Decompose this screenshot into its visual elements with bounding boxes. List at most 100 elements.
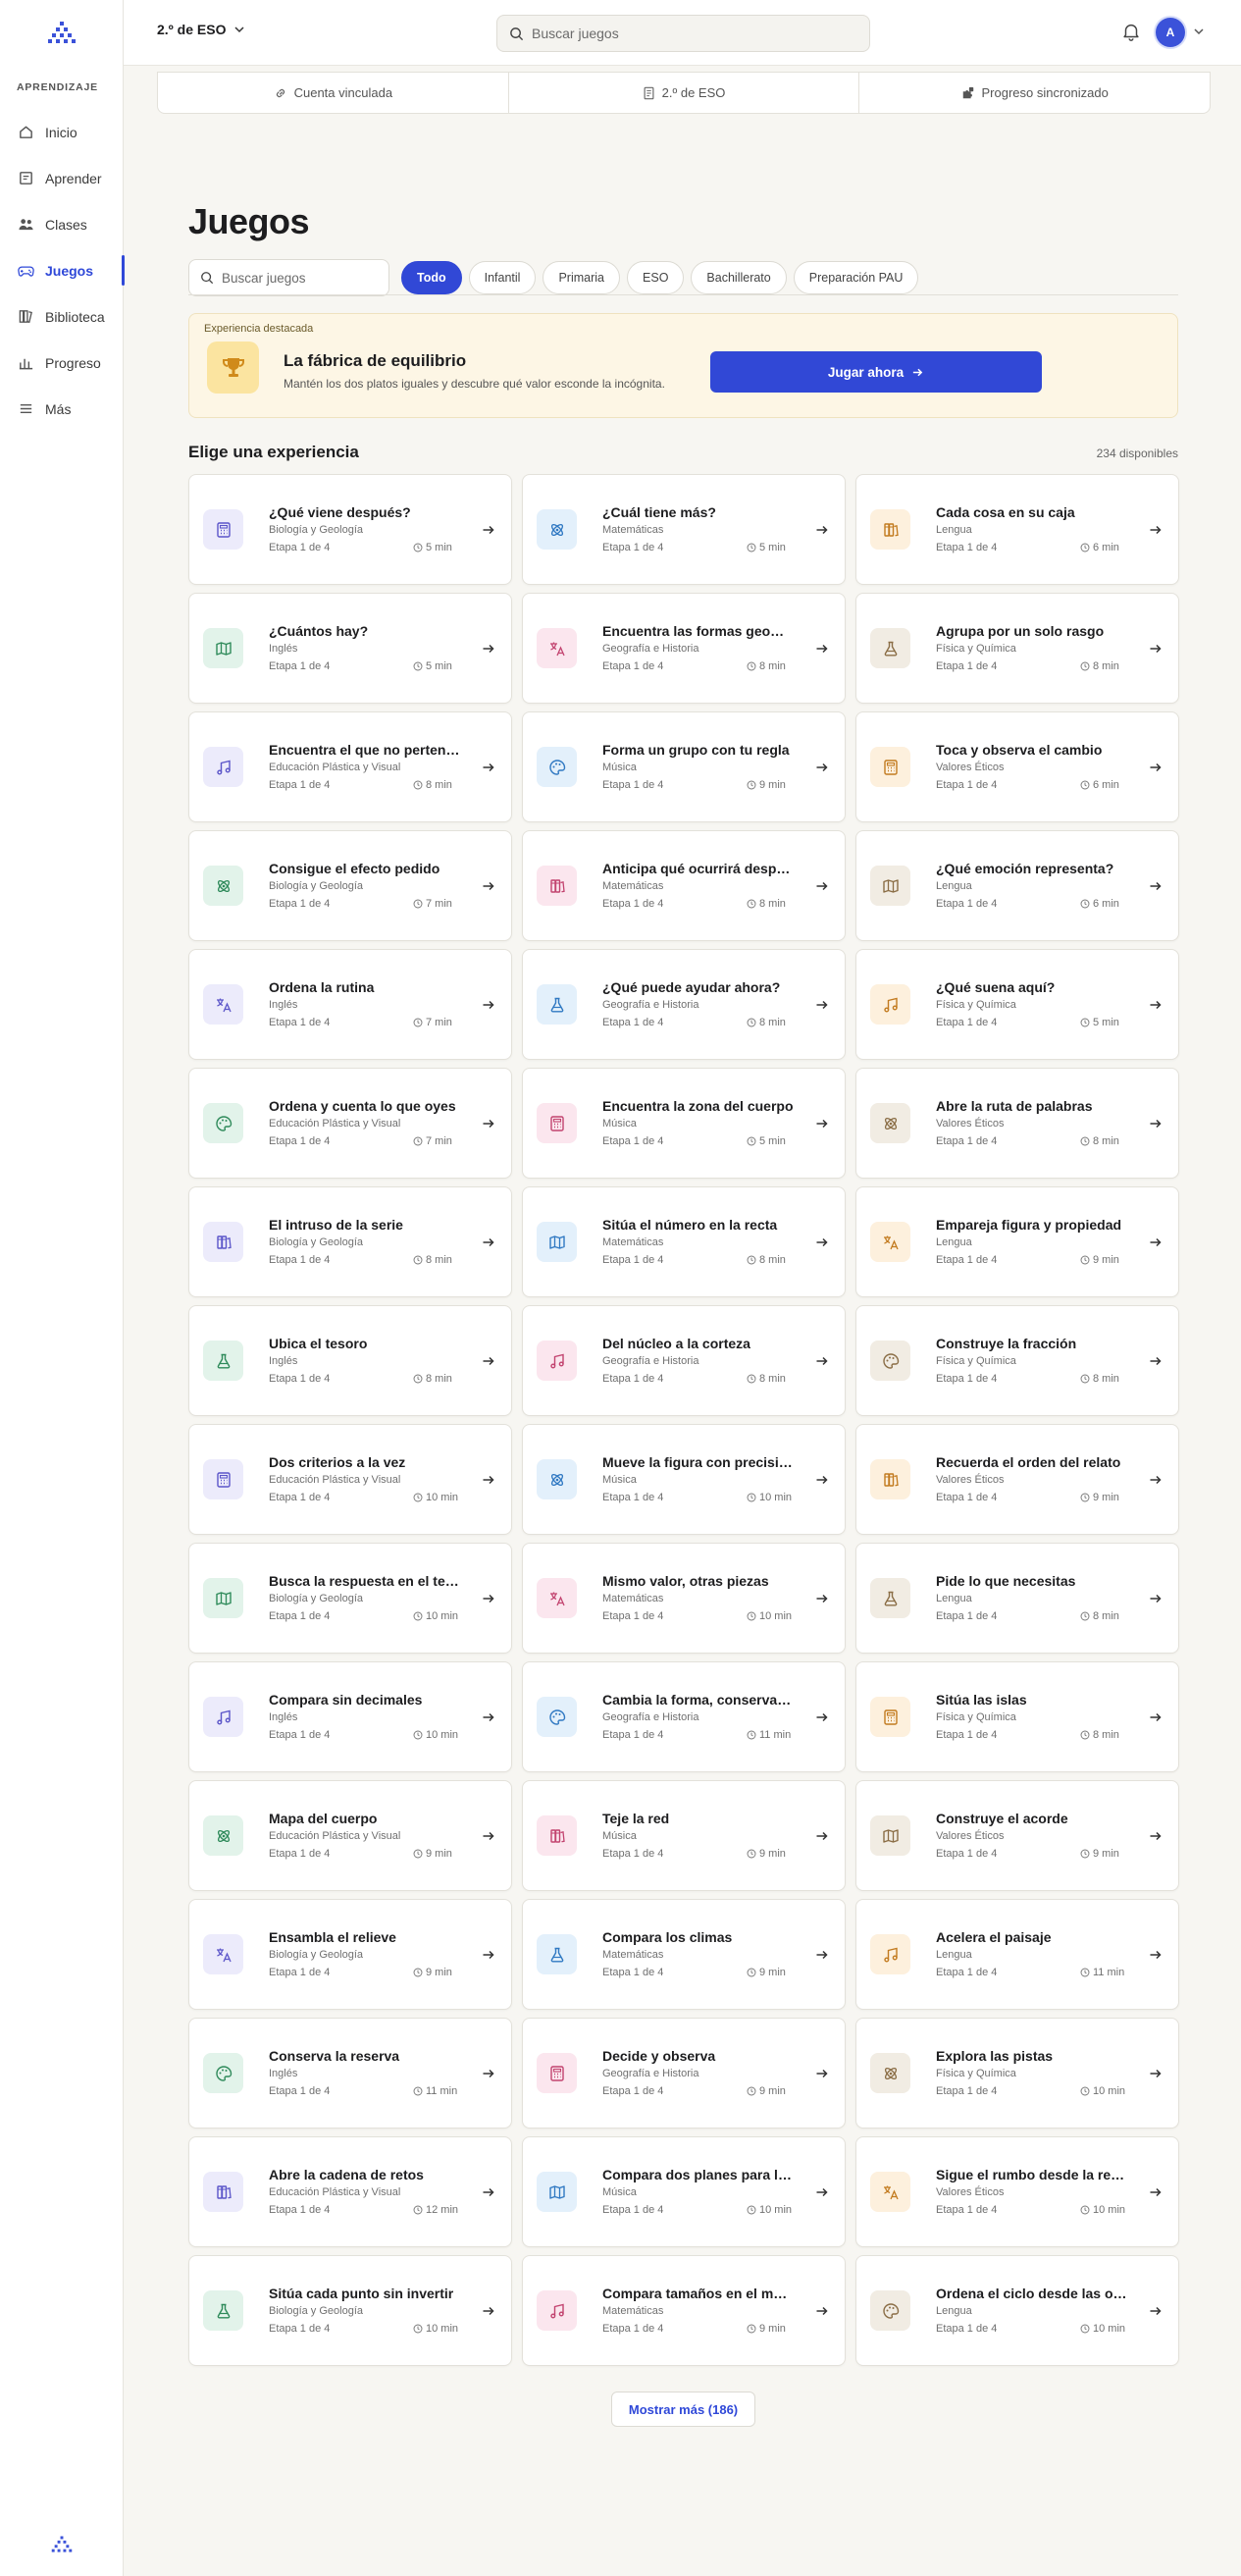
- card-title: ¿Qué suena aquí?: [936, 979, 1056, 995]
- experience-card[interactable]: Compara sin decimales Inglés Etapa 1 de …: [188, 1661, 512, 1772]
- notifications-bell-icon[interactable]: [1120, 21, 1142, 42]
- experience-card[interactable]: Explora las pistas Física y Química Etap…: [855, 2018, 1179, 2129]
- experience-card[interactable]: Busca la respuesta en el texto Biología …: [188, 1543, 512, 1654]
- experience-card[interactable]: Sitúa el número en la recta Matemáticas …: [522, 1186, 846, 1297]
- card-subject: Inglés: [269, 1355, 298, 1367]
- experience-card[interactable]: Ensambla el relieve Biología y Geología …: [188, 1899, 512, 2010]
- sidebar-item-juegos[interactable]: Juegos: [0, 247, 125, 293]
- experience-card[interactable]: Construye la fracción Física y Química E…: [855, 1305, 1179, 1416]
- experience-card[interactable]: Dos criterios a la vez Educación Plástic…: [188, 1424, 512, 1535]
- atom-icon: [203, 1815, 243, 1856]
- palette-icon: [870, 1341, 910, 1381]
- experience-card[interactable]: Encuentra el que no pertenece Educación …: [188, 711, 512, 822]
- card-title: Sigue el rumbo desde la rejilla: [936, 2167, 1127, 2182]
- sidebar-item-inicio[interactable]: Inicio: [0, 109, 124, 155]
- sidebar-item-clases[interactable]: Clases: [0, 201, 124, 247]
- search-icon: [510, 26, 524, 40]
- experience-card[interactable]: Construye el acorde Valores Éticos Etapa…: [855, 1780, 1179, 1891]
- experience-card[interactable]: El intruso de la serie Biología y Geolog…: [188, 1186, 512, 1297]
- experience-card[interactable]: ¿Qué emoción representa? Lengua Etapa 1 …: [855, 830, 1179, 941]
- experience-card[interactable]: Ubica el tesoro Inglés Etapa 1 de 4 8 mi…: [188, 1305, 512, 1416]
- card-stage: Etapa 1 de 4: [602, 2204, 664, 2216]
- experience-card[interactable]: Acelera el paisaje Lengua Etapa 1 de 4 1…: [855, 1899, 1179, 2010]
- card-subject: Lengua: [936, 2305, 972, 2317]
- experience-card[interactable]: Forma un grupo con tu regla Música Etapa…: [522, 711, 846, 822]
- app-logo[interactable]: [47, 20, 77, 49]
- card-stage: Etapa 1 de 4: [602, 542, 664, 553]
- experience-card[interactable]: Compara tamaños en el mapa Matemáticas E…: [522, 2255, 846, 2366]
- filter-chip[interactable]: Primaria: [543, 261, 621, 294]
- experience-card[interactable]: ¿Qué suena aquí? Física y Química Etapa …: [855, 949, 1179, 1060]
- experience-card[interactable]: Abre la cadena de retos Educación Plásti…: [188, 2136, 512, 2247]
- experience-card[interactable]: ¿Qué puede ayudar ahora? Geografía e His…: [522, 949, 846, 1060]
- experience-card[interactable]: Recuerda el orden del relato Valores Éti…: [855, 1424, 1179, 1535]
- experience-card[interactable]: Compara los climas Matemáticas Etapa 1 d…: [522, 1899, 846, 2010]
- card-title: Dos criterios a la vez: [269, 1454, 406, 1470]
- experience-card[interactable]: Encuentra la zona del cuerpo Música Etap…: [522, 1068, 846, 1179]
- experience-card[interactable]: Decide y observa Geografía e Historia Et…: [522, 2018, 846, 2129]
- filter-chip[interactable]: Preparación PAU: [793, 261, 919, 294]
- music-icon: [537, 2290, 577, 2331]
- card-duration: 8 min: [1080, 1135, 1119, 1147]
- experience-card[interactable]: Mismo valor, otras piezas Matemáticas Et…: [522, 1543, 846, 1654]
- card-subject: Educación Plástica y Visual: [269, 1474, 401, 1486]
- sidebar-item-aprender[interactable]: Aprender: [0, 155, 124, 201]
- clock-icon: [747, 1730, 756, 1740]
- filter-chip[interactable]: Bachillerato: [691, 261, 787, 294]
- experience-card[interactable]: Conserva la reserva Inglés Etapa 1 de 4 …: [188, 2018, 512, 2129]
- experience-card[interactable]: Del núcleo a la corteza Geografía e Hist…: [522, 1305, 846, 1416]
- card-subject: Matemáticas: [602, 2305, 664, 2317]
- experience-card[interactable]: Sitúa cada punto sin invertir Biología y…: [188, 2255, 512, 2366]
- atom-icon: [870, 2053, 910, 2093]
- experience-card[interactable]: Cada cosa en su caja Lengua Etapa 1 de 4…: [855, 474, 1179, 585]
- filter-chip[interactable]: ESO: [627, 261, 685, 294]
- experience-card[interactable]: Cambia la forma, conserva el área Geogra…: [522, 1661, 846, 1772]
- clock-icon: [1080, 780, 1090, 790]
- page-title: Juegos: [188, 201, 310, 241]
- card-subject: Física y Química: [936, 1355, 1016, 1367]
- experience-card[interactable]: ¿Cuál tiene más? Matemáticas Etapa 1 de …: [522, 474, 846, 585]
- experience-card[interactable]: Sitúa las islas Física y Química Etapa 1…: [855, 1661, 1179, 1772]
- sidebar-item-mas[interactable]: Más: [0, 386, 124, 432]
- games-search-input[interactable]: [222, 270, 379, 286]
- games-search[interactable]: [188, 259, 389, 296]
- experience-card[interactable]: ¿Qué viene después? Biología y Geología …: [188, 474, 512, 585]
- account-chevron-down-icon[interactable]: [1193, 26, 1205, 37]
- experience-card[interactable]: Agrupa por un solo rasgo Física y Químic…: [855, 593, 1179, 704]
- card-stage: Etapa 1 de 4: [269, 2204, 331, 2216]
- experience-card[interactable]: Abre la ruta de palabras Valores Éticos …: [855, 1068, 1179, 1179]
- show-more-button[interactable]: Mostrar más (186): [611, 2392, 755, 2427]
- course-label: 2.º de ESO: [157, 22, 227, 37]
- experience-card[interactable]: Ordena y cuenta lo que oyes Educación Pl…: [188, 1068, 512, 1179]
- filter-chip[interactable]: Todo: [401, 261, 462, 294]
- card-title: Mapa del cuerpo: [269, 1811, 378, 1826]
- music-icon: [870, 984, 910, 1025]
- experience-card[interactable]: Mapa del cuerpo Educación Plástica y Vis…: [188, 1780, 512, 1891]
- card-title: Pide lo que necesitas: [936, 1573, 1076, 1589]
- experience-card[interactable]: Ordena el ciclo desde las olas Lengua Et…: [855, 2255, 1179, 2366]
- sidebar-item-biblioteca[interactable]: Biblioteca: [0, 293, 124, 340]
- experience-card[interactable]: Encuentra las formas geométricas Geograf…: [522, 593, 846, 704]
- experience-card[interactable]: Compara dos planes para llegar Música Et…: [522, 2136, 846, 2247]
- experience-card[interactable]: Consigue el efecto pedido Biología y Geo…: [188, 830, 512, 941]
- experience-card[interactable]: ¿Cuántos hay? Inglés Etapa 1 de 4 5 min: [188, 593, 512, 704]
- card-stage: Etapa 1 de 4: [602, 1492, 664, 1503]
- experience-card[interactable]: Empareja figura y propiedad Lengua Etapa…: [855, 1186, 1179, 1297]
- experience-card[interactable]: Toca y observa el cambio Valores Éticos …: [855, 711, 1179, 822]
- experience-card[interactable]: Pide lo que necesitas Lengua Etapa 1 de …: [855, 1543, 1179, 1654]
- experience-card[interactable]: Anticipa qué ocurrirá después Matemática…: [522, 830, 846, 941]
- global-search[interactable]: [496, 15, 870, 52]
- experience-card[interactable]: Sigue el rumbo desde la rejilla Valores …: [855, 2136, 1179, 2247]
- card-subject: Valores Éticos: [936, 1830, 1005, 1842]
- experience-card[interactable]: Teje la red Música Etapa 1 de 4 9 min: [522, 1780, 846, 1891]
- sidebar-item-progreso[interactable]: Progreso: [0, 340, 124, 386]
- card-subject: Geografía e Historia: [602, 1355, 699, 1367]
- experience-card[interactable]: Mueve la figura con precisión Música Eta…: [522, 1424, 846, 1535]
- filter-chip[interactable]: Infantil: [468, 261, 537, 294]
- global-search-input[interactable]: [532, 26, 846, 41]
- arrow-right-icon: [1150, 1831, 1162, 1841]
- user-avatar[interactable]: A: [1156, 18, 1185, 47]
- course-selector[interactable]: 2.º de ESO: [157, 22, 245, 37]
- play-now-button[interactable]: Jugar ahora: [710, 351, 1042, 393]
- experience-card[interactable]: Ordena la rutina Inglés Etapa 1 de 4 7 m…: [188, 949, 512, 1060]
